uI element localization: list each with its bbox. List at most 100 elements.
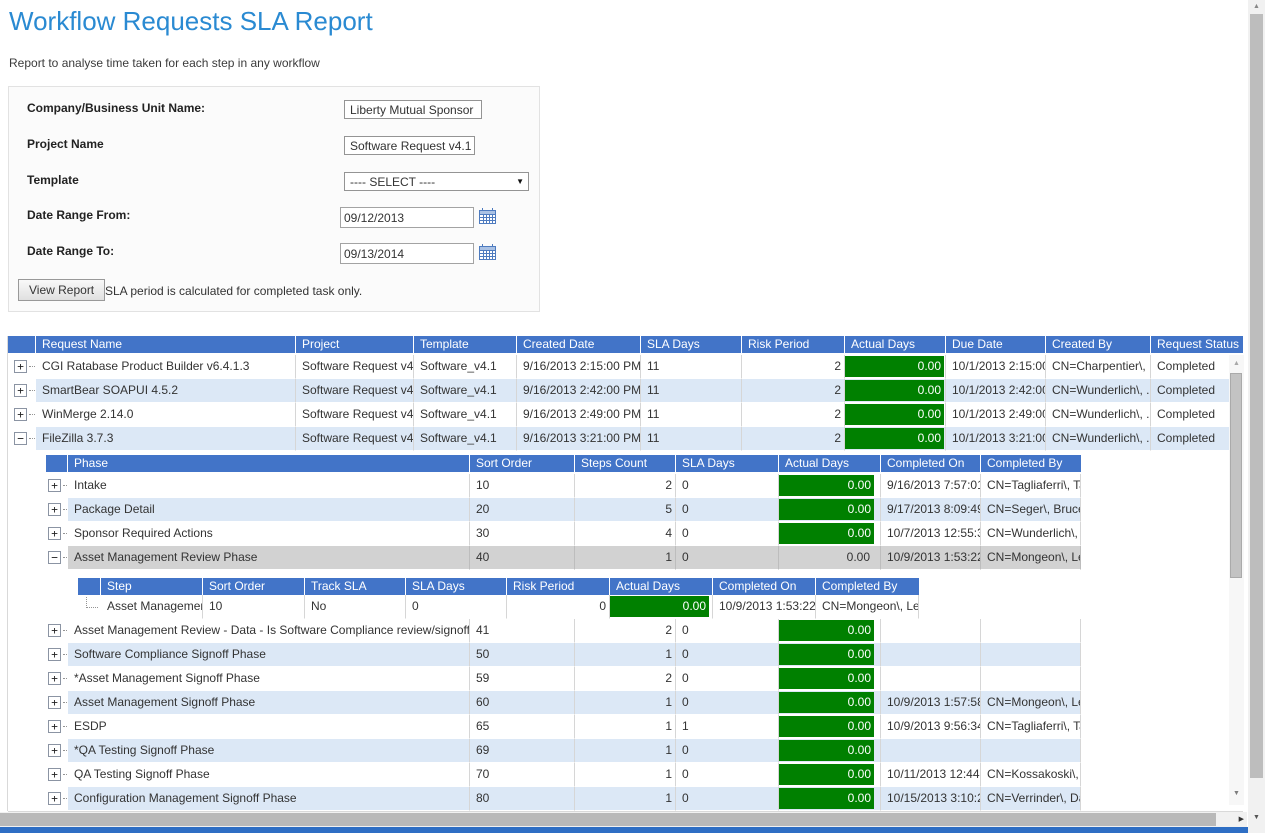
expand-toggle-icon[interactable]: +	[48, 720, 61, 733]
expand-toggle-icon[interactable]: +	[48, 479, 61, 492]
cell-by: CN=Mongeon\, Le...	[981, 691, 1081, 715]
dropdown-arrow-icon: ▼	[481, 105, 482, 114]
expand-toggle-icon[interactable]: +	[14, 408, 27, 421]
request-row[interactable]: +WinMerge 2.14.0Software Request v4.1Sof…	[8, 403, 1243, 427]
col-created-by[interactable]: Created By	[1046, 336, 1151, 353]
cell-phase: Asset Management Review Phase	[68, 546, 470, 570]
grid-scrollbar-thumb[interactable]	[1230, 373, 1242, 578]
date-to-input[interactable]	[340, 243, 474, 264]
cell-sort: 59	[470, 667, 575, 691]
col-sla-days[interactable]: SLA Days	[676, 455, 779, 472]
calendar-icon[interactable]	[479, 244, 496, 260]
template-select[interactable]: ---- SELECT ---- ▼	[344, 172, 529, 191]
tree-elbow-dots	[86, 597, 98, 608]
expand-toggle-icon[interactable]: +	[48, 768, 61, 781]
col-step[interactable]: Step	[101, 578, 203, 595]
phase-row[interactable]: +QA Testing Signoff Phase70100.0010/11/2…	[46, 763, 1243, 787]
col-sla-days[interactable]: SLA Days	[641, 336, 742, 353]
cell-on: 9/16/2013 7:57:01 ...	[881, 474, 981, 498]
actual-days-sla-highlight: 0.00	[779, 716, 874, 737]
expand-toggle-icon[interactable]: +	[48, 672, 61, 685]
date-from-input[interactable]	[340, 207, 474, 228]
phase-row[interactable]: +*Asset Management Signoff Phase59200.00	[46, 667, 1243, 691]
phase-row[interactable]: +*QA Testing Signoff Phase69100.00	[46, 739, 1243, 763]
col-completed-by[interactable]: Completed By	[816, 578, 919, 595]
actual-days-sla-highlight: 0.00	[779, 764, 874, 785]
phase-row[interactable]: +Sponsor Required Actions30400.0010/7/20…	[46, 522, 1243, 546]
phase-row[interactable]: +Asset Management Signoff Phase60100.001…	[46, 691, 1243, 715]
company-select[interactable]: Liberty Mutual Sponsor ▼	[344, 100, 482, 119]
cell-sort: 10	[203, 595, 305, 619]
calendar-icon[interactable]	[479, 208, 496, 224]
expand-toggle-icon[interactable]: +	[48, 624, 61, 637]
expand-toggle-icon[interactable]: +	[48, 503, 61, 516]
col-sort-order[interactable]: Sort Order	[470, 455, 575, 472]
page-title: Workflow Requests SLA Report	[9, 6, 373, 37]
col-track-sla[interactable]: Track SLA	[305, 578, 406, 595]
horizontal-scrollbar-thumb[interactable]	[0, 813, 1216, 826]
expand-toggle-icon[interactable]: +	[48, 744, 61, 757]
grid-vertical-scrollbar[interactable]: ▲ ▼	[1229, 355, 1244, 805]
col-phase[interactable]: Phase	[68, 455, 470, 472]
col-risk-period[interactable]: Risk Period	[507, 578, 610, 595]
expand-toggle-icon[interactable]: +	[48, 648, 61, 661]
phase-row[interactable]: +ESDP65110.0010/9/2013 9:56:34 ...CN=Tag…	[46, 715, 1243, 739]
scroll-down-icon[interactable]: ▼	[1248, 810, 1265, 826]
cell-actual: 0.00	[779, 522, 881, 546]
request-row[interactable]: +SmartBear SOAPUI 4.5.2Software Request …	[8, 379, 1243, 403]
expand-toggle-icon[interactable]: +	[48, 696, 61, 709]
project-select[interactable]: Software Request v4.1 ▼	[344, 136, 475, 155]
col-completed-on[interactable]: Completed On	[713, 578, 816, 595]
cell-sla: 0	[676, 667, 779, 691]
cell-steps: 2	[575, 474, 676, 498]
col-due-date[interactable]: Due Date	[946, 336, 1046, 353]
collapse-toggle-icon[interactable]: −	[48, 551, 61, 564]
page-vertical-scrollbar[interactable]: ▲ ▼	[1248, 0, 1265, 833]
col-request-status[interactable]: Request Status	[1151, 336, 1243, 353]
col-actual-days[interactable]: Actual Days	[779, 455, 881, 472]
col-sla-days[interactable]: SLA Days	[406, 578, 507, 595]
cell-created_by: CN=Charpentier\, ...	[1046, 355, 1151, 379]
col-created-date[interactable]: Created Date	[517, 336, 641, 353]
col-template[interactable]: Template	[414, 336, 517, 353]
expand-toggle-icon[interactable]: +	[14, 360, 27, 373]
col-actual-days[interactable]: Actual Days	[845, 336, 946, 353]
view-report-button[interactable]: View Report	[18, 279, 105, 301]
tree-indent-cell: +	[46, 522, 68, 546]
scroll-right-icon[interactable]: ▶	[1239, 812, 1244, 827]
phase-row[interactable]: +Package Detail20500.009/17/2013 8:09:49…	[46, 498, 1243, 522]
col-risk-period[interactable]: Risk Period	[742, 336, 845, 353]
col-sort-order[interactable]: Sort Order	[203, 578, 305, 595]
phase-rows: +Asset Management Review - Data - Is Sof…	[46, 619, 1243, 811]
phase-row[interactable]: +Configuration Management Signoff Phase8…	[46, 787, 1243, 811]
cell-actual: 0.00	[610, 595, 713, 619]
phase-row[interactable]: +Software Compliance Signoff Phase50100.…	[46, 643, 1243, 667]
collapse-toggle-icon[interactable]: −	[14, 432, 27, 445]
col-actual-days[interactable]: Actual Days	[610, 578, 713, 595]
request-row[interactable]: +CGI Ratabase Product Builder v6.4.1.3So…	[8, 355, 1243, 379]
horizontal-scrollbar[interactable]: ▶	[0, 812, 1247, 827]
scroll-down-icon[interactable]: ▼	[1229, 787, 1244, 801]
col-completed-by[interactable]: Completed By	[981, 455, 1081, 472]
expand-toggle-icon[interactable]: +	[48, 792, 61, 805]
steps-subtable: Step Sort Order Track SLA SLA Days Risk …	[78, 578, 1243, 619]
phase-row[interactable]: +Asset Management Review - Data - Is Sof…	[46, 619, 1243, 643]
col-completed-on[interactable]: Completed On	[881, 455, 981, 472]
scroll-up-icon[interactable]: ▲	[1229, 357, 1244, 371]
cell-by: CN=Mongeon\, Le...	[816, 595, 919, 619]
page-scrollbar-thumb[interactable]	[1250, 14, 1263, 778]
expand-toggle-icon[interactable]: +	[48, 527, 61, 540]
col-steps-count[interactable]: Steps Count	[575, 455, 676, 472]
tree-indent-cell: +	[46, 763, 68, 787]
step-row[interactable]: Asset Managemen...10No000.0010/9/2013 1:…	[78, 595, 1243, 619]
cell-sort: 70	[470, 763, 575, 787]
col-project[interactable]: Project	[296, 336, 414, 353]
request-row[interactable]: −FileZilla 3.7.3Software Request v4.1Sof…	[8, 427, 1243, 451]
phase-row[interactable]: +Intake10200.009/16/2013 7:57:01 ...CN=T…	[46, 474, 1243, 498]
scroll-up-icon[interactable]: ▲	[1248, 0, 1265, 14]
expand-toggle-icon[interactable]: +	[14, 384, 27, 397]
phase-row[interactable]: −Asset Management Review Phase40100.0010…	[46, 546, 1243, 570]
col-request-name[interactable]: Request Name	[36, 336, 296, 353]
cell-on: 10/9/2013 1:57:58 ...	[881, 691, 981, 715]
tree-dots	[29, 366, 36, 367]
